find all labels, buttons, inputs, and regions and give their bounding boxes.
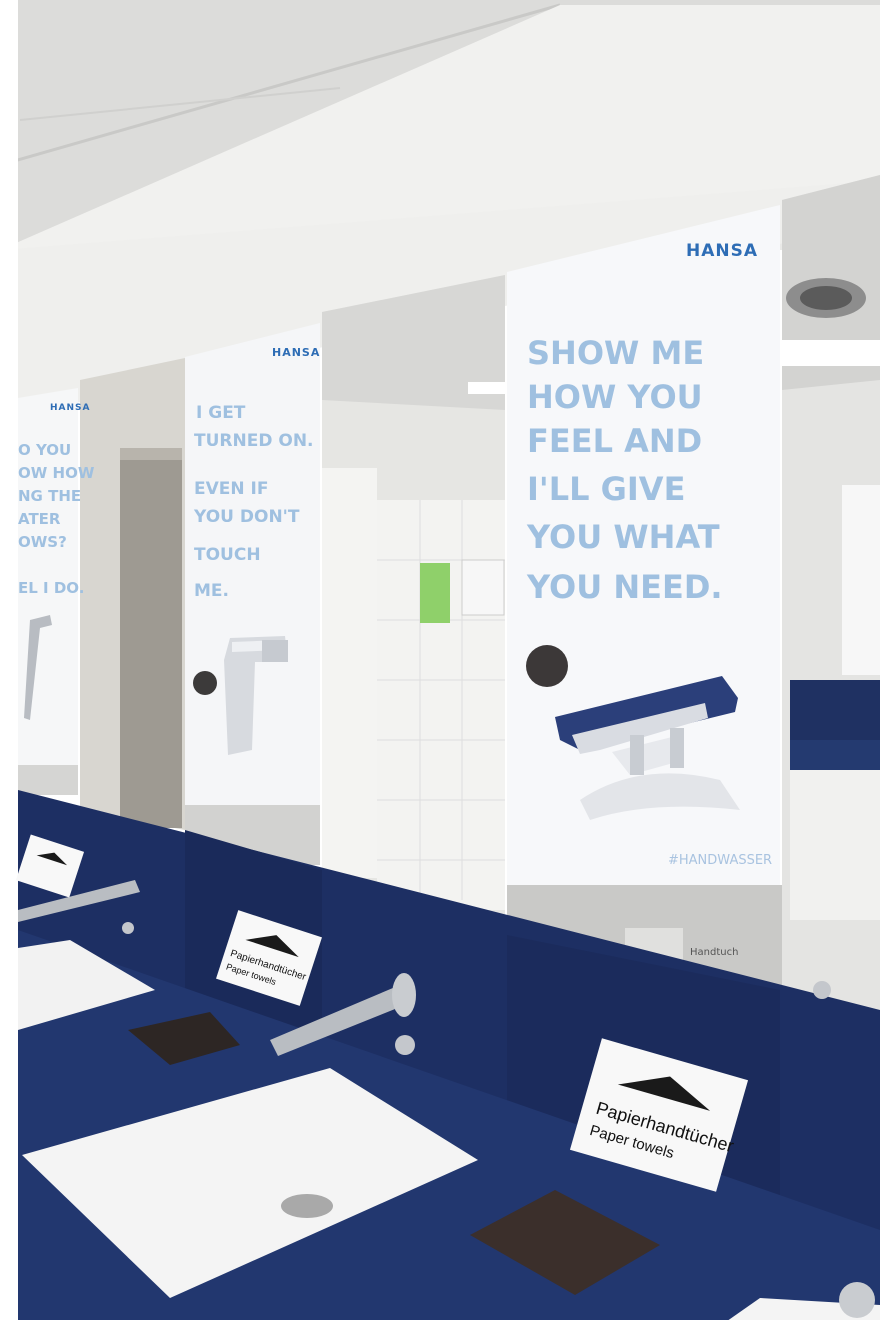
poster-center-brand: HANSA: [686, 241, 758, 261]
mirror-door: [120, 448, 182, 828]
wall-notice: [461, 559, 505, 616]
restroom-scene: HANSA O YOU OW HOW NG THE ATER OWS? EL I…: [0, 0, 886, 1326]
poster-left-brand: HANSA: [50, 403, 90, 413]
badge-dot: [193, 671, 217, 695]
poster-middle-brand: HANSA: [272, 346, 320, 359]
svg-text:YOU NEED.: YOU NEED.: [526, 568, 723, 606]
sensor-button: [122, 922, 134, 934]
svg-text:EL I DO.: EL I DO.: [18, 579, 84, 597]
mirror-light: [468, 382, 506, 394]
svg-text:NG THE: NG THE: [18, 487, 81, 505]
badge-dot: [526, 645, 568, 687]
mirror-door: [322, 468, 377, 878]
mirror-light: [782, 340, 880, 366]
sensor-button: [395, 1035, 415, 1055]
left-border: [0, 0, 18, 1326]
svg-text:OWS?: OWS?: [18, 533, 67, 551]
svg-text:I'LL GIVE: I'LL GIVE: [527, 470, 685, 508]
svg-text:EVEN IF: EVEN IF: [194, 479, 268, 499]
sensor-button: [839, 1282, 875, 1318]
svg-text:YOU WHAT: YOU WHAT: [526, 518, 720, 556]
svg-text:YOU DON'T: YOU DON'T: [193, 507, 300, 527]
svg-text:HOW YOU: HOW YOU: [527, 378, 703, 416]
svg-text:FEEL AND: FEEL AND: [527, 422, 702, 460]
svg-text:SHOW ME: SHOW ME: [527, 334, 704, 372]
svg-text:TOUCH: TOUCH: [194, 545, 261, 565]
svg-text:OW HOW: OW HOW: [18, 464, 95, 482]
sensor-button: [813, 981, 831, 999]
svg-text:I GET: I GET: [196, 403, 246, 423]
svg-text:ATER: ATER: [18, 510, 61, 528]
green-notice: [420, 563, 450, 623]
dryer-label: Handtuch: [690, 947, 738, 958]
mirror-door-frame: [120, 448, 182, 460]
sink-drain: [281, 1194, 333, 1218]
svg-text:O YOU: O YOU: [18, 441, 71, 459]
poster-middle: [185, 323, 320, 835]
poster-hashtag: #HANDWASSER: [668, 853, 772, 868]
svg-text:TURNED ON.: TURNED ON.: [194, 431, 314, 451]
svg-text:ME.: ME.: [194, 581, 229, 601]
